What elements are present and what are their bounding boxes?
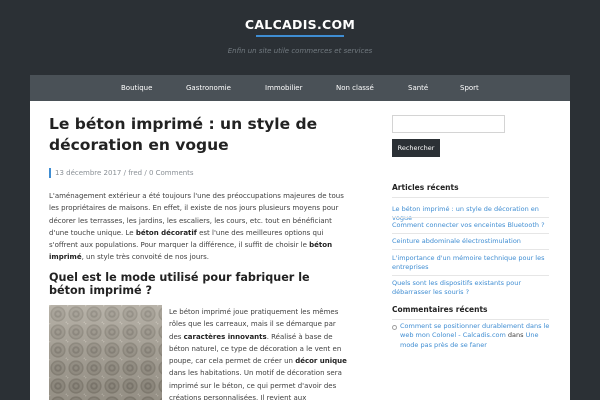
nav-item-non-classe[interactable]: Non classé <box>336 75 374 101</box>
divider <box>392 233 549 234</box>
site-title[interactable]: CALCADIS.COM <box>0 17 600 32</box>
recent-comments-heading: Commentaires récents <box>392 305 488 314</box>
post-date[interactable]: 13 décembre 2017 <box>55 169 121 177</box>
content-area: Le béton imprimé : un style de décoratio… <box>30 101 570 400</box>
divider <box>392 275 549 276</box>
recent-post-link[interactable]: Comment connecter vos enceintes Bluetoot… <box>392 221 552 230</box>
post-meta: 13 décembre 2017 / fred / 0 Comments <box>49 168 194 178</box>
intro-paragraph: L'aménagement extérieur a été toujours l… <box>49 190 349 264</box>
nav-item-sport[interactable]: Sport <box>460 75 479 101</box>
title-underline <box>256 35 344 37</box>
divider <box>392 249 549 250</box>
post-title[interactable]: Le béton imprimé : un style de décoratio… <box>49 114 359 156</box>
recent-post-link[interactable]: Quels sont les dispositifs existants pou… <box>392 279 552 298</box>
search-input[interactable] <box>392 115 505 133</box>
nav-item-boutique[interactable]: Boutique <box>121 75 152 101</box>
search-button[interactable]: Rechercher <box>392 139 440 157</box>
main-nav: Boutique Gastronomie Immobilier Non clas… <box>30 75 570 101</box>
divider <box>392 197 549 198</box>
divider <box>392 319 549 320</box>
nav-item-sante[interactable]: Santé <box>408 75 428 101</box>
body-text: dans les habitations. Un motif de décora… <box>169 369 342 400</box>
site-tagline: Enfin un site utile commerces et service… <box>227 47 373 55</box>
keyword-decor-unique: décor unique <box>295 357 347 366</box>
body-paragraph: Le béton imprimé joue pratiquement les m… <box>169 306 350 400</box>
site-header: CALCADIS.COM Enfin un site utile commerc… <box>0 0 600 75</box>
meta-separator: / <box>142 169 149 177</box>
recent-post-link[interactable]: Ceinture abdominale électrostimulation <box>392 237 552 246</box>
section-heading: Quel est le mode utilisé pour fabriquer … <box>49 271 310 297</box>
nav-item-immobilier[interactable]: Immobilier <box>265 75 302 101</box>
recent-post-link[interactable]: L'importance d'un mémoire technique pour… <box>392 254 552 273</box>
keyword-caracteres-innovants: caractères innovants <box>183 332 267 341</box>
post-comments-link[interactable]: 0 Comments <box>149 169 194 177</box>
nav-item-gastronomie[interactable]: Gastronomie <box>186 75 231 101</box>
stamped-concrete-image <box>49 305 162 400</box>
comment-connector: dans <box>505 331 526 340</box>
intro-text: , un style très convoité de nos jours. <box>81 253 210 262</box>
recent-comment: Comment se positionner durablement dans … <box>392 322 554 350</box>
keyword-beton-decoratif: béton décoratif <box>135 228 197 237</box>
divider <box>392 217 549 218</box>
post-author[interactable]: fred <box>128 169 142 177</box>
recent-posts-heading: Articles récents <box>392 183 459 192</box>
